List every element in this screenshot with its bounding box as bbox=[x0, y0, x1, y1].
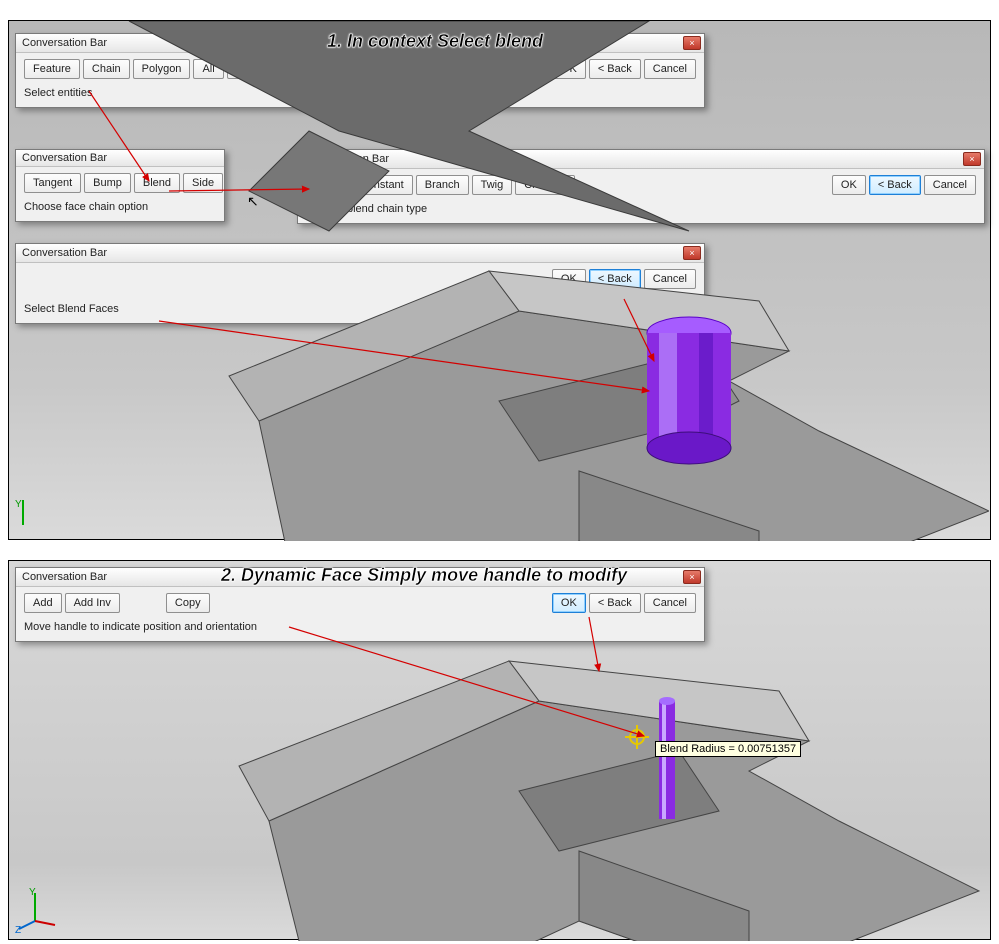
model-top bbox=[9, 21, 989, 541]
model-bottom bbox=[9, 561, 989, 941]
svg-text:Y: Y bbox=[15, 499, 22, 510]
viewport-top[interactable]: Conversation Bar × Feature Chain Polygon… bbox=[8, 20, 991, 540]
svg-text:Y: Y bbox=[29, 887, 36, 898]
svg-text:Z: Z bbox=[15, 925, 21, 935]
blend-radius-tooltip: Blend Radius = 0.00751357 bbox=[655, 741, 801, 757]
step1-caption: 1. In context Select blend bbox=[327, 31, 543, 52]
axis-gizmo: Y Z bbox=[13, 885, 63, 935]
axis-gizmo: Y bbox=[13, 495, 53, 535]
viewport-bottom[interactable]: Conversation Bar × Add Add Inv Copy OK <… bbox=[8, 560, 991, 940]
step2-caption: 2. Dynamic Face Simply move handle to mo… bbox=[221, 565, 627, 586]
